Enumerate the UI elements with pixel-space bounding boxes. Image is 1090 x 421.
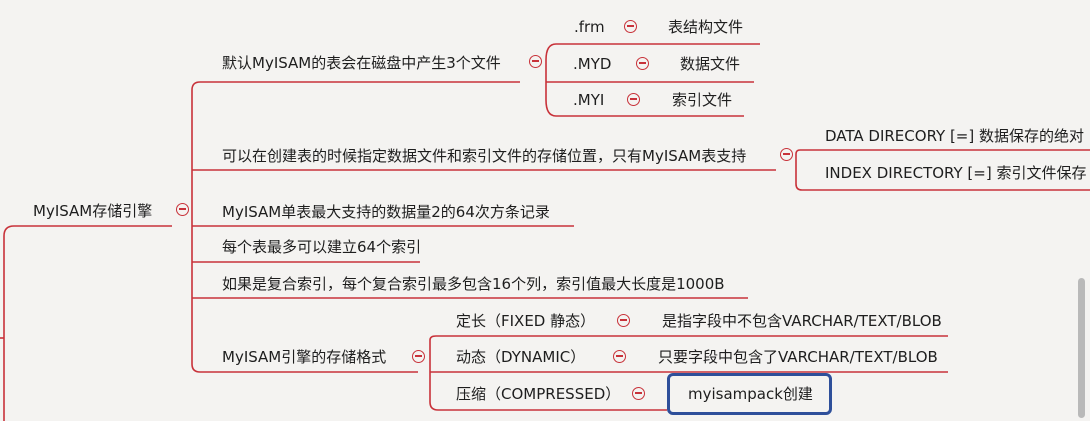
format-compressed-desc[interactable]: myisampack创建 bbox=[688, 385, 813, 403]
collapse-toggle-icon[interactable] bbox=[617, 314, 630, 327]
branch-composite-label[interactable]: 如果是复合索引，每个复合索引最多包含16个列，索引值最大长度是1000B bbox=[222, 275, 725, 293]
format-dynamic-desc[interactable]: 只要字段中包含了VARCHAR/TEXT/BLOB bbox=[658, 348, 938, 366]
root-label[interactable]: MyISAM存储引擎 bbox=[33, 202, 152, 220]
branch-formats-label[interactable]: MyISAM引擎的存储格式 bbox=[222, 348, 386, 366]
format-fixed-label[interactable]: 定长（FIXED 静态） bbox=[456, 312, 595, 330]
file-desc-myd[interactable]: 数据文件 bbox=[680, 55, 740, 73]
file-ext-frm[interactable]: .frm bbox=[574, 18, 605, 36]
collapse-toggle-icon[interactable] bbox=[780, 148, 793, 161]
collapse-toggle-icon[interactable] bbox=[412, 350, 425, 363]
format-dynamic-label[interactable]: 动态（DYNAMIC） bbox=[456, 348, 585, 366]
file-ext-myd[interactable]: .MYD bbox=[573, 55, 611, 73]
collapse-toggle-icon[interactable] bbox=[627, 93, 640, 106]
collapse-toggle-icon[interactable] bbox=[632, 387, 645, 400]
format-fixed-desc[interactable]: 是指字段中不包含VARCHAR/TEXT/BLOB bbox=[662, 312, 942, 330]
collapse-toggle-icon[interactable] bbox=[636, 57, 649, 70]
format-compressed-label[interactable]: 压缩（COMPRESSED） bbox=[456, 385, 620, 403]
location-index-dir[interactable]: INDEX DIRECTORY [=] 索引文件保存 bbox=[825, 164, 1086, 182]
collapse-toggle-icon[interactable] bbox=[613, 350, 626, 363]
trunk-line bbox=[3, 225, 172, 421]
branch-files-label[interactable]: 默认MyISAM的表会在磁盘中产生3个文件 bbox=[222, 54, 501, 72]
branch-maxindex-label[interactable]: 每个表最多可以建立64个索引 bbox=[222, 238, 421, 256]
branch-maxdata-label[interactable]: MyISAM单表最大支持的数据量2的64次方条记录 bbox=[222, 203, 550, 221]
location-data-dir[interactable]: DATA DIRECORY [=] 数据保存的绝对 bbox=[825, 127, 1084, 145]
collapse-toggle-icon[interactable] bbox=[176, 203, 189, 216]
collapse-toggle-icon[interactable] bbox=[529, 55, 542, 68]
file-ext-myi[interactable]: .MYI bbox=[573, 91, 604, 109]
vertical-scrollbar[interactable] bbox=[1078, 278, 1085, 418]
collapse-toggle-icon[interactable] bbox=[624, 20, 637, 33]
file-desc-myi[interactable]: 索引文件 bbox=[672, 91, 732, 109]
file-desc-frm[interactable]: 表结构文件 bbox=[668, 18, 743, 36]
branch-location-label[interactable]: 可以在创建表的时候指定数据文件和索引文件的存储位置，只有MyISAM表支持 bbox=[222, 147, 746, 165]
